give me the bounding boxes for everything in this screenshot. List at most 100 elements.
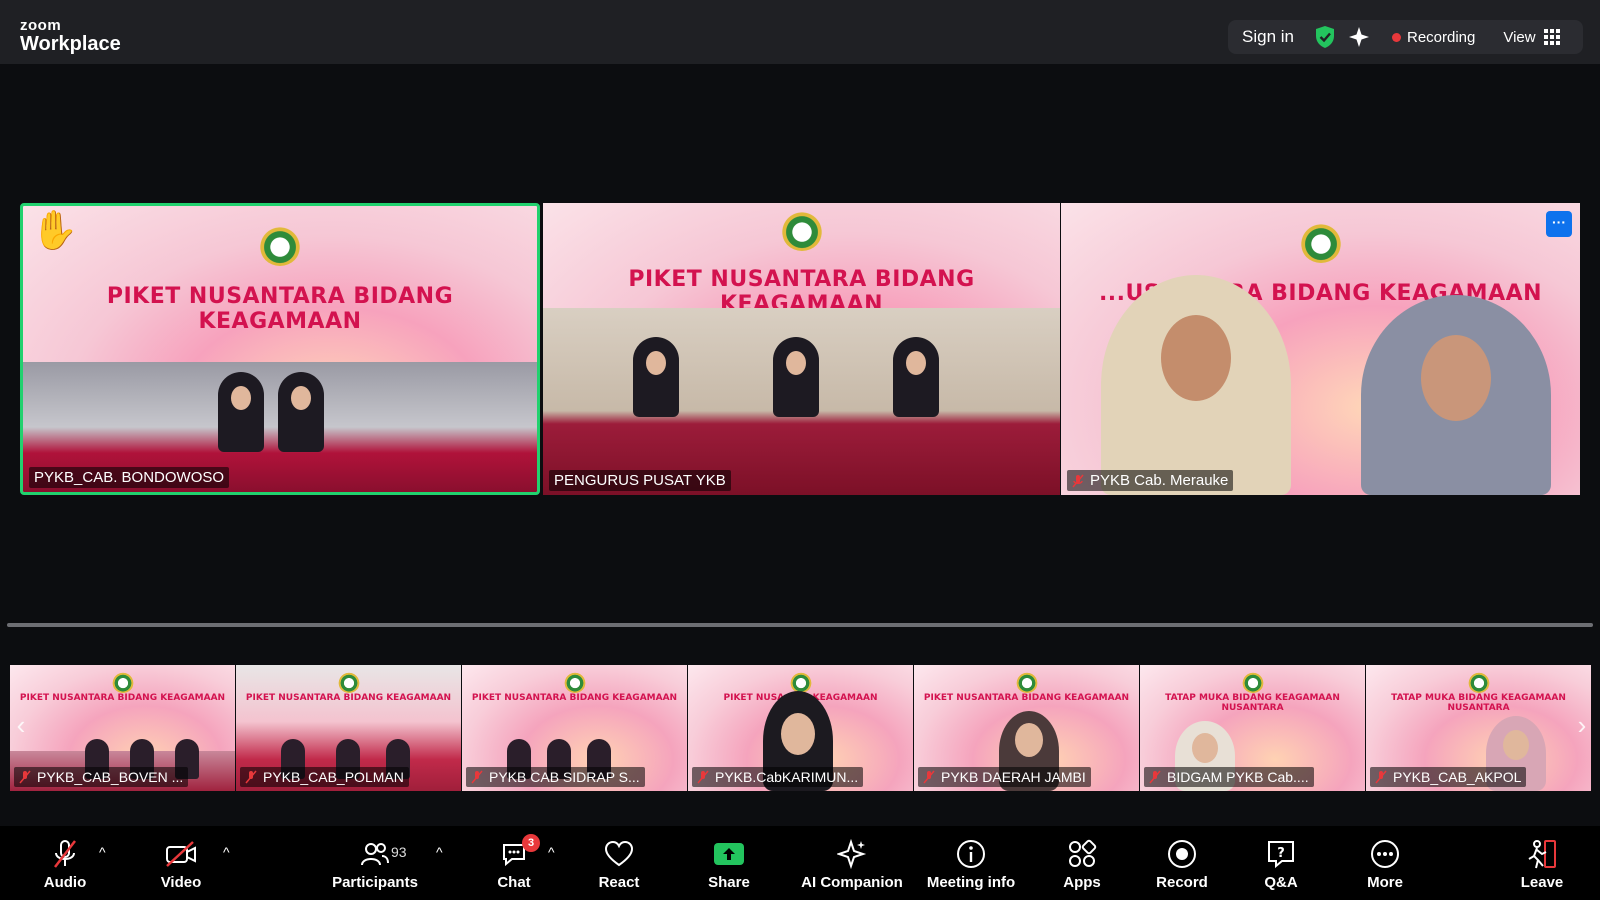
apps-button[interactable]: Apps [1060,826,1104,900]
tile-banner: PIKET NUSANTARA BIDANG KEAGAMAAN [923,693,1130,703]
react-label: React [598,874,640,891]
tile-banner: PIKET NUSANTARA BIDANG KEAGAMAAN [19,693,226,703]
more-button[interactable]: More [1363,826,1407,900]
mic-muted-icon [1072,474,1084,488]
participant-figure [218,372,264,452]
video-label: Video [160,874,202,891]
mic-muted-icon [1375,770,1387,784]
participants-icon: 93 [361,838,407,870]
audio-options-chevron-icon[interactable]: ^ [99,844,106,860]
video-off-icon [164,838,198,870]
participant-name-text: PYKB_CAB. BONDOWOSO [34,469,225,486]
strip-prev-arrow-icon[interactable]: ‹ [12,709,30,743]
record-icon [1167,838,1197,870]
react-button[interactable]: React [596,826,642,900]
recording-indicator[interactable]: Recording [1391,28,1476,46]
participant-name: PYKB Cab. Merauke [1067,470,1234,491]
participants-count: 93 [391,844,407,860]
organization-emblem-icon [111,671,134,693]
video-tile-merauke[interactable]: ...USANTARA BIDANG KEAGAMAAN ··· PYKB Ca… [1061,203,1580,495]
hand-icon: ✋ [31,210,79,252]
participant-name: PYKB DAERAH JAMBI [918,767,1091,787]
heart-icon [604,838,634,870]
top-right-controls: Sign in Recording View [1228,20,1583,54]
record-label: Record [1156,874,1208,891]
participant-name-text: PYKB DAERAH JAMBI [941,769,1086,785]
chat-icon: 3 [500,834,540,870]
participant-name-text: BIDGAM PYKB Cab.... [1167,769,1309,785]
participant-name: PYKB CAB SIDRAP S... [466,767,645,787]
apps-label: Apps [1063,874,1101,891]
strip-tile[interactable]: TATAP MUKA BIDANG KEAGAMAAN NUSANTARA BI… [1140,665,1365,791]
video-tile-pengurus-pusat[interactable]: PIKET NUSANTARA BIDANG KEAGAMAAN PENGURU… [543,203,1060,495]
organization-emblem-icon [780,209,823,251]
shield-check-icon[interactable] [1314,25,1336,49]
leave-label: Leave [1520,874,1564,891]
chat-button[interactable]: 3 Chat [494,826,540,900]
video-tile-bondowoso[interactable]: PIKET NUSANTARA BIDANG KEAGAMAAN ✋ PYKB_… [20,203,540,495]
participant-name-text: PYKB Cab. Merauke [1090,472,1229,489]
share-button[interactable]: Share [706,826,752,900]
participant-name: PYKB_CAB_AKPOL [1370,767,1527,787]
participants-options-chevron-icon[interactable]: ^ [436,844,443,860]
participant-figure [773,337,819,417]
record-button[interactable]: Record [1156,826,1208,900]
sparkle-icon[interactable] [1348,26,1370,48]
video-button[interactable]: Video [156,826,206,900]
tile-banner: PIKET NUSANTARA BIDANG KEAGAMAAN [471,693,678,703]
mic-muted-icon [697,770,709,784]
strip-tile[interactable]: PIKET NUSA...NG KEAGAMAAN PYKB.CabKARIMU… [688,665,913,791]
ai-sparkle-icon [837,838,867,870]
mic-muted-icon [245,770,257,784]
strip-next-arrow-icon[interactable]: › [1573,709,1591,743]
ai-companion-button[interactable]: AI Companion [800,826,904,900]
qa-label: Q&A [1264,874,1298,891]
record-dot-icon [1391,32,1401,42]
participant-strip: PIKET NUSANTARA BIDANG KEAGAMAAN PYKB_CA… [10,665,1593,791]
info-icon [956,838,986,870]
strip-tile[interactable]: PIKET NUSANTARA BIDANG KEAGAMAAN PYKB CA… [462,665,687,791]
qa-icon: ? [1266,838,1296,870]
more-options-button[interactable]: ··· [1546,211,1572,237]
participant-figure [278,372,324,452]
share-label: Share [708,874,750,891]
participant-name: PYKB.CabKARIMUN... [692,767,864,787]
strip-tile[interactable]: PIKET NUSANTARA BIDANG KEAGAMAAN PYKB_CA… [10,665,235,791]
participant-figure [1361,295,1551,495]
leave-button[interactable]: Leave [1520,826,1564,900]
tile-banner: TATAP MUKA BIDANG KEAGAMAAN NUSANTARA [1165,693,1340,713]
participant-figure [893,337,939,417]
more-icon [1370,838,1400,870]
participant-name-text: PYKB_CAB_POLMAN [263,769,404,785]
mic-muted-icon [471,770,483,784]
chat-unread-badge: 3 [522,834,540,852]
gallery-divider[interactable] [7,623,1593,627]
mic-muted-icon [923,770,935,784]
mic-muted-icon [51,838,79,870]
video-options-chevron-icon[interactable]: ^ [223,844,230,860]
organization-emblem-icon [1015,671,1038,693]
top-bar: zoom Workplace Sign in Recording View [0,0,1600,64]
organization-emblem-icon [789,671,812,693]
recording-label: Recording [1406,28,1476,46]
participants-label: Participants [332,874,418,891]
participant-name-text: PYKB_CAB_BOVEN ... [37,769,184,785]
meeting-info-button[interactable]: Meeting info [924,826,1018,900]
participant-name: PYKB_CAB_BOVEN ... [14,767,189,787]
strip-tile[interactable]: PIKET NUSANTARA BIDANG KEAGAMAAN PYKB_CA… [236,665,461,791]
audio-button[interactable]: Audio [38,826,92,900]
svg-text:?: ? [1277,846,1285,861]
chat-options-chevron-icon[interactable]: ^ [548,844,555,860]
view-label: View [1503,28,1536,46]
view-button[interactable]: View [1503,28,1560,46]
participant-name: PENGURUS PUSAT YKB [549,470,731,491]
qa-button[interactable]: ? Q&A [1262,826,1300,900]
participants-button[interactable]: 93 Participants [329,826,421,900]
strip-tile[interactable]: PIKET NUSANTARA BIDANG KEAGAMAAN PYKB DA… [914,665,1139,791]
participant-name-text: PYKB CAB SIDRAP S... [489,769,640,785]
sign-in-button[interactable]: Sign in [1242,27,1294,47]
strip-tile[interactable]: TATAP MUKA BIDANG KEAGAMAAN NUSANTARA PY… [1366,665,1591,791]
organization-emblem-icon [1299,221,1342,263]
tile-banner: TATAP MUKA BIDANG KEAGAMAAN NUSANTARA [1391,693,1566,713]
organization-emblem-icon [1467,671,1490,693]
